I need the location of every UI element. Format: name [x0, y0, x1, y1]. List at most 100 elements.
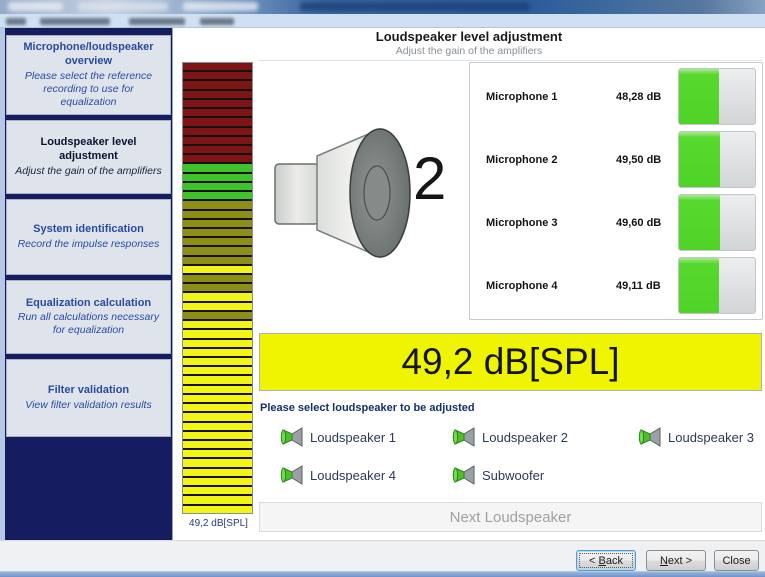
- meter-segment-red: [183, 127, 252, 137]
- step-equalization-calculation[interactable]: Equalization calculation Run all calcula…: [6, 280, 171, 354]
- current-loudspeaker-number: 2: [413, 145, 447, 212]
- step-title: Equalization calculation: [25, 296, 152, 309]
- meter-segment-yellow: [183, 468, 252, 478]
- meter-segment-yellow: [183, 450, 252, 460]
- main-content: Loudspeaker level adjustment Adjust the …: [172, 28, 765, 540]
- titlebar-blurred-text: [183, 2, 258, 11]
- meter-segment-olive: [183, 247, 252, 257]
- step-subtitle: Please select the reference recording to…: [24, 69, 153, 108]
- next-button[interactable]: Next >: [646, 550, 706, 571]
- meter-segment-red: [183, 145, 252, 156]
- page-title: Loudspeaker level adjustment: [375, 29, 563, 44]
- titlebar-blurred-text: [8, 2, 63, 11]
- meter-segment-yellow: [183, 302, 252, 312]
- meter-segment-red: [183, 63, 252, 73]
- meter-segment-green: [183, 192, 252, 202]
- menu-item-blurred[interactable]: [129, 18, 185, 25]
- meter-segment-red: [183, 72, 252, 82]
- menu-item-blurred[interactable]: [6, 18, 26, 25]
- loudspeaker-label: Loudspeaker 4: [310, 467, 397, 483]
- meter-segment-yellow: [183, 339, 252, 349]
- titlebar-blurred-text: [300, 2, 530, 11]
- microphone-value: 49,50 dB: [616, 153, 662, 166]
- meter-segment-red: [183, 90, 252, 100]
- microphone-name: Microphone 2: [486, 153, 558, 166]
- microphone-level-bar: [678, 68, 756, 125]
- meter-segment-yellow: [183, 459, 252, 469]
- meter-segment-olive: [183, 201, 252, 211]
- meter-segment-olive: [183, 311, 252, 322]
- loudspeaker-label: Subwoofer: [482, 467, 545, 483]
- microphone-row: Microphone 2 49,50 dB: [470, 128, 759, 191]
- loudspeaker-label: Loudspeaker 2: [482, 429, 569, 445]
- wizard-steps-sidebar: Microphone/loudspeaker overview Please s…: [5, 28, 172, 540]
- microphone-level-bar: [678, 257, 756, 314]
- microphone-level-bar: [678, 131, 756, 188]
- microphone-name: Microphone 3: [486, 216, 558, 229]
- meter-segment-red: [183, 136, 252, 146]
- microphone-row: Microphone 1 48,28 dB: [470, 65, 759, 128]
- loudspeaker-1-selector[interactable]: Loudspeaker 1: [280, 426, 396, 448]
- page-subtitle: Adjust the gain of the amplifiers: [395, 45, 543, 57]
- step-system-identification[interactable]: System identification Record the impulse…: [6, 199, 171, 275]
- meter-segment-yellow: [183, 404, 252, 414]
- titlebar-blurred-text: [78, 2, 168, 11]
- meter-segment-olive: [183, 228, 252, 239]
- speaker-icon: [452, 465, 475, 485]
- step-subtitle: Record the impulse responses: [17, 237, 160, 250]
- meter-segment-olive: [183, 219, 252, 229]
- meter-segment-olive: [183, 210, 252, 220]
- loudspeaker-graphic: [267, 126, 437, 266]
- speaker-icon: [638, 427, 661, 447]
- step-subtitle: Run all calculations necessary for equal…: [17, 311, 160, 337]
- meter-segment-yellow: [183, 376, 252, 386]
- speaker-icon: [452, 427, 475, 447]
- next-loudspeaker-button[interactable]: Next Loudspeaker: [259, 502, 762, 532]
- meter-segment-yellow: [183, 440, 252, 451]
- menu-item-blurred[interactable]: [200, 18, 234, 25]
- step-microphone-loudspeaker-overview[interactable]: Microphone/loudspeaker overview Please s…: [6, 35, 171, 115]
- header-divider: [259, 60, 762, 61]
- microphone-level-bar: [678, 194, 756, 251]
- meter-segment-red: [183, 109, 252, 119]
- meter-segment-yellow: [183, 477, 252, 488]
- step-filter-validation[interactable]: Filter validation View filter validation…: [6, 359, 171, 437]
- microphone-value: 48,28 dB: [616, 90, 662, 103]
- level-meter-label: 49,2 dB[SPL]: [189, 518, 248, 529]
- meter-segment-olive: [183, 284, 252, 294]
- meter-segment-olive: [183, 238, 252, 248]
- speaker-icon: [280, 465, 303, 485]
- meter-segment-green: [183, 164, 252, 174]
- meter-segment-yellow: [183, 413, 252, 423]
- loudspeaker-3-selector[interactable]: Loudspeaker 3: [638, 426, 754, 448]
- menu-item-blurred[interactable]: [40, 18, 110, 25]
- step-title: Filter validation: [47, 384, 130, 397]
- spl-readout: 49,2 dB[SPL]: [259, 333, 762, 391]
- meter-segment-yellow: [183, 496, 252, 506]
- meter-segment-yellow: [183, 358, 252, 368]
- meter-segment-green: [183, 173, 252, 183]
- meter-segment-yellow: [183, 293, 252, 303]
- step-title: System identification: [33, 223, 144, 236]
- step-title: Microphone/loudspeaker overview: [23, 41, 154, 67]
- microphone-name: Microphone 4: [486, 279, 558, 292]
- meter-segment-yellow: [183, 385, 252, 395]
- meter-segment-yellow: [183, 487, 252, 497]
- back-button[interactable]: < Back: [576, 550, 636, 571]
- meter-segment-green: [183, 182, 252, 193]
- step-subtitle: View filter validation results: [25, 398, 152, 411]
- microphone-row: Microphone 3 49,60 dB: [470, 191, 759, 254]
- meter-segment-yellow: [183, 348, 252, 358]
- microphone-value: 49,11 dB: [616, 279, 661, 292]
- meter-segment-yellow: [183, 394, 252, 405]
- step-loudspeaker-level-adjustment[interactable]: Loudspeaker level adjustment Adjust the …: [6, 120, 171, 194]
- microphone-value: 49,60 dB: [616, 216, 662, 229]
- loudspeaker-label: Loudspeaker 1: [310, 429, 397, 445]
- meter-segment-yellow: [183, 505, 252, 513]
- speaker-icon: [280, 427, 303, 447]
- subwoofer-selector[interactable]: Subwoofer: [452, 464, 544, 486]
- loudspeaker-2-selector[interactable]: Loudspeaker 2: [452, 426, 568, 448]
- meter-segment-yellow: [183, 367, 252, 377]
- close-button[interactable]: Close: [714, 550, 759, 571]
- loudspeaker-4-selector[interactable]: Loudspeaker 4: [280, 464, 396, 486]
